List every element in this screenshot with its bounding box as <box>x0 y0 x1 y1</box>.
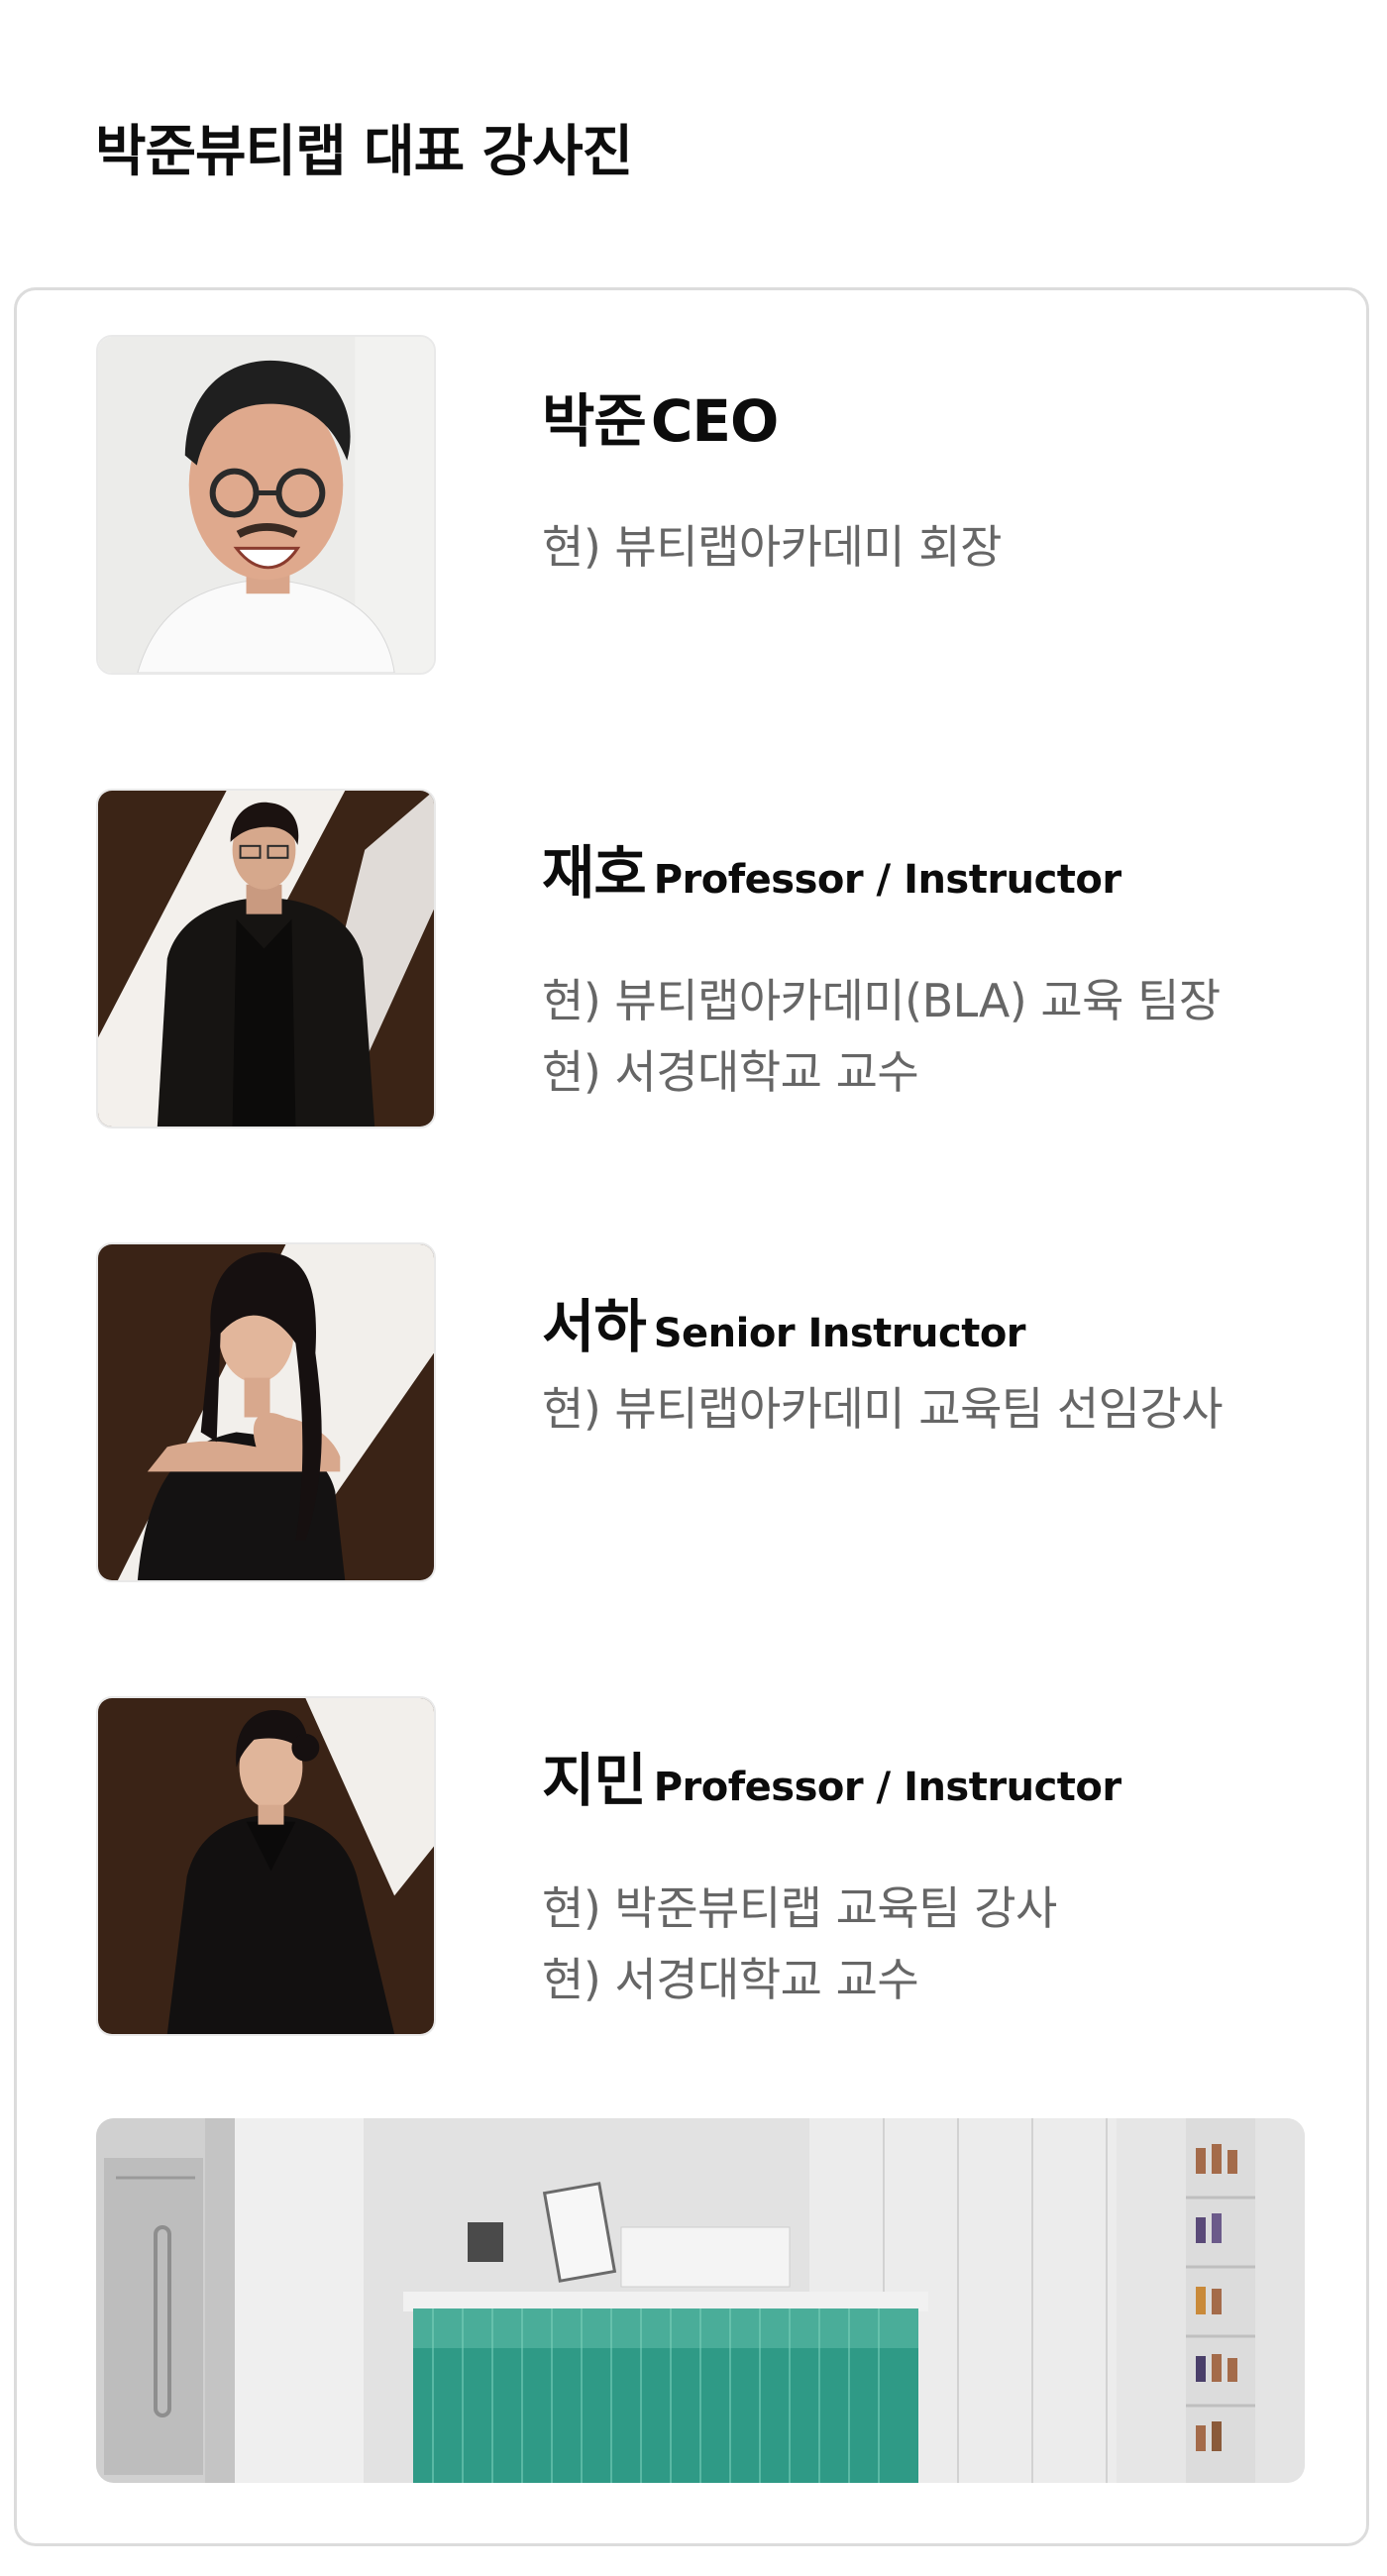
instructor-heading: 재호 Professor / Instructor <box>542 826 1121 910</box>
instructor-name: 박준 <box>542 387 647 455</box>
instructor-name: 서하 <box>542 1293 647 1360</box>
instructor-description: 현) 뷰티랩아카데미 교육팀 선임강사 <box>542 1373 1224 1445</box>
instructor-name: 재호 <box>542 839 647 907</box>
instructor-description: 현) 뷰티랩아카데미(BLA) 교육 팀장 현) 서경대학교 교수 <box>542 965 1221 1108</box>
description-line: 현) 뷰티랩아카데미(BLA) 교육 팀장 <box>542 974 1221 1027</box>
academy-lobby-image <box>96 2118 1305 2483</box>
instructor-heading: 서하 Senior Instructor <box>542 1280 1026 1363</box>
instructor-description: 현) 박준뷰티랩 교육팀 강사 현) 서경대학교 교수 <box>542 1873 1057 2015</box>
instructor-row-ceo: 박준 CEO 현) 뷰티랩아카데미 회장 <box>17 335 1366 677</box>
instructor-row-seoha: 서하 Senior Instructor 현) 뷰티랩아카데미 교육팀 선임강사 <box>17 1242 1366 1584</box>
instructor-title: Professor / Instructor <box>653 857 1121 903</box>
instructor-photo-jaeho <box>96 789 436 1128</box>
description-line: 현) 박준뷰티랩 교육팀 강사 <box>542 1881 1057 1935</box>
instructor-photo-ceo <box>96 335 436 675</box>
description-line: 현) 서경대학교 교수 <box>542 1045 919 1099</box>
description-line: 현) 서경대학교 교수 <box>542 1953 919 2006</box>
page-title: 박준뷰티랩 대표 강사진 <box>95 120 633 184</box>
instructor-heading: 박준 CEO <box>542 375 779 458</box>
instructor-description: 현) 뷰티랩아카데미 회장 <box>542 511 1002 583</box>
instructor-card: 박준 CEO 현) 뷰티랩아카데미 회장 재호 Professor / Inst… <box>14 287 1369 2546</box>
instructor-title: CEO <box>650 387 779 455</box>
instructor-heading: 지민 Professor / Instructor <box>542 1734 1121 1817</box>
instructor-title: Professor / Instructor <box>653 1765 1121 1810</box>
instructor-photo-seoha <box>96 1242 436 1582</box>
instructor-row-jimin: 지민 Professor / Instructor 현) 박준뷰티랩 교육팀 강사… <box>17 1696 1366 2038</box>
instructor-photo-jimin <box>96 1696 436 2036</box>
instructor-name: 지민 <box>542 1747 647 1814</box>
description-line: 현) 뷰티랩아카데미 회장 <box>542 520 1002 574</box>
description-line: 현) 뷰티랩아카데미 교육팀 선임강사 <box>542 1382 1224 1436</box>
instructor-title: Senior Instructor <box>653 1311 1026 1356</box>
instructor-row-jaeho: 재호 Professor / Instructor 현) 뷰티랩아카데미(BLA)… <box>17 789 1366 1130</box>
